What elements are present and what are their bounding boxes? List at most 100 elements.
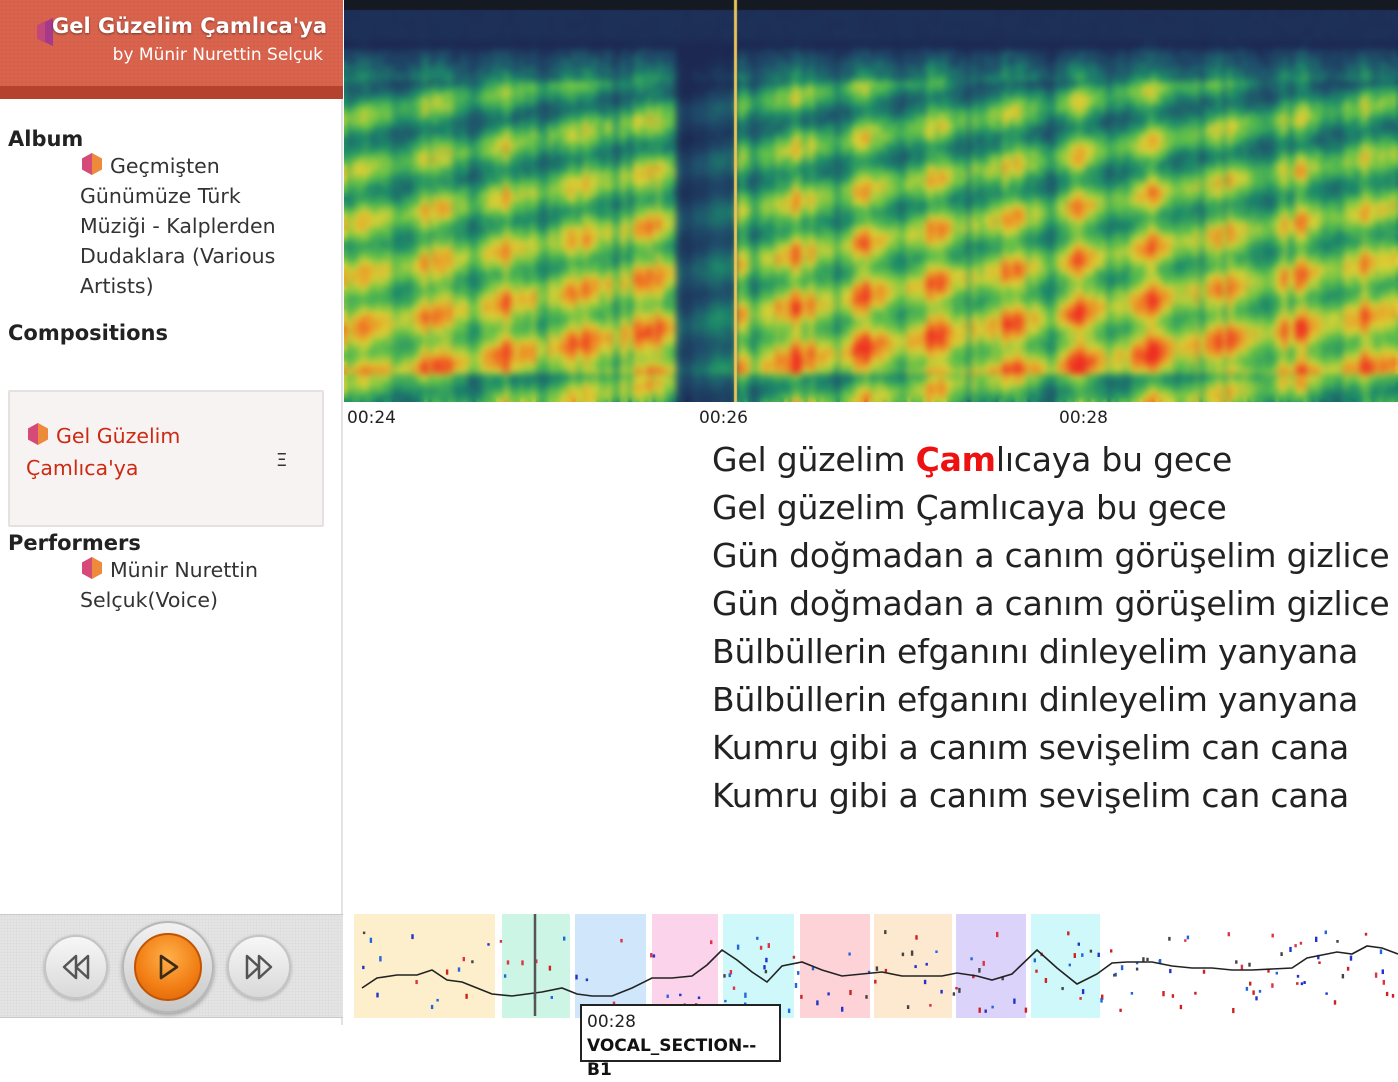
pitch-dot xyxy=(362,965,365,970)
pitch-dot xyxy=(462,957,465,962)
pitch-dot xyxy=(1296,982,1299,985)
pitch-dot xyxy=(499,940,503,943)
pitch-dot xyxy=(1289,946,1292,952)
pitch-dot xyxy=(666,994,669,998)
pitch-dot xyxy=(1113,973,1116,977)
player-controls xyxy=(0,914,343,1018)
pitch-dot xyxy=(415,980,418,985)
pitch-dot xyxy=(1146,957,1149,962)
pitch-dot xyxy=(923,979,927,985)
pitch-dot xyxy=(1081,989,1085,995)
pitch-dot xyxy=(978,968,981,973)
pitch-dot xyxy=(765,957,768,963)
menu-icon[interactable]: Ξ xyxy=(276,450,287,471)
pitch-dot xyxy=(1271,933,1274,938)
pitch-dot xyxy=(991,1005,994,1009)
pitch-dot xyxy=(1303,981,1306,984)
pitch-dot xyxy=(800,994,803,999)
pitch-dot xyxy=(996,931,999,938)
fast-forward-button[interactable] xyxy=(227,935,291,999)
pitch-dot xyxy=(1374,972,1378,978)
pitch-dot xyxy=(914,965,917,969)
pitch-dot xyxy=(732,986,736,990)
pitch-dot xyxy=(1248,962,1251,967)
section-block[interactable] xyxy=(354,914,495,1018)
pitch-dot xyxy=(915,935,918,940)
pitch-dot xyxy=(1315,936,1318,943)
pitch-dot xyxy=(1130,992,1134,995)
pitch-dot xyxy=(1391,994,1395,998)
cube-icon xyxy=(82,557,102,579)
pitch-dot xyxy=(841,1006,844,1012)
pitch-dot xyxy=(1300,982,1304,986)
pitch-dot xyxy=(679,993,682,997)
pitch-dot xyxy=(849,990,852,996)
pitch-dot xyxy=(1252,990,1255,995)
performers-heading: Performers xyxy=(8,531,141,555)
pitch-dot xyxy=(940,989,943,994)
pitch-dot xyxy=(797,971,800,975)
pitch-dot xyxy=(875,966,879,971)
pitch-dot xyxy=(445,969,449,975)
pitch-dot xyxy=(548,965,552,971)
spectrogram[interactable] xyxy=(344,0,1398,402)
pitch-dot xyxy=(767,943,770,949)
rewind-button[interactable] xyxy=(44,935,108,999)
cube-icon xyxy=(37,18,53,46)
album-link[interactable]: Geçmişten Günümüze Türk Müziği - Kalpler… xyxy=(80,151,310,301)
pitch-dot xyxy=(575,974,578,980)
pitch-dot xyxy=(884,930,887,935)
section-block[interactable] xyxy=(874,914,952,1018)
pitch-dot xyxy=(411,934,414,940)
pitch-dot xyxy=(1024,1007,1028,1013)
pitch-dot xyxy=(1275,971,1278,975)
fast-forward-icon xyxy=(245,954,273,980)
pitch-dot xyxy=(652,954,656,958)
lyric-line: Bülbüllerin efganını dinleyelim yanyana xyxy=(712,680,1359,719)
pitch-dot xyxy=(1079,997,1082,1000)
pitch-dot xyxy=(723,974,726,978)
album-heading: Album xyxy=(8,127,84,151)
time-label: 00:28 xyxy=(1059,408,1108,428)
lyric-line: Bülbüllerin efganını dinleyelim yanyana xyxy=(712,632,1359,671)
lyric-text: lıcaya bu gece xyxy=(995,440,1233,479)
play-button-face[interactable] xyxy=(134,933,202,1001)
play-icon xyxy=(159,954,179,980)
song-artist: by Münir Nurettin Selçuk xyxy=(112,45,323,65)
pitch-dot xyxy=(1162,991,1165,997)
pitch-dot xyxy=(759,945,763,950)
pitch-dot xyxy=(1299,941,1303,945)
pitch-dot xyxy=(1325,992,1328,995)
pitch-dot xyxy=(1179,1004,1183,1010)
pitch-dot xyxy=(1186,935,1190,940)
pitch-dot xyxy=(935,950,938,953)
pitch-dot xyxy=(1364,932,1368,936)
song-header: Gel Güzelim Çamlıca'ya by Münir Nurettin… xyxy=(0,0,343,86)
lyric-line: Gel güzelim Çamlıcaya bu gece xyxy=(712,488,1227,527)
performer-link[interactable]: Münir Nurettin Selçuk(Voice) xyxy=(80,555,310,615)
section-block[interactable] xyxy=(575,914,646,1018)
time-label: 00:26 xyxy=(699,408,748,428)
pitch-dot xyxy=(620,938,623,943)
pitch-dot xyxy=(874,979,877,984)
pitch-dot xyxy=(1067,931,1070,936)
section-block[interactable] xyxy=(652,914,718,1018)
pitch-dot xyxy=(764,969,768,974)
play-button[interactable] xyxy=(122,921,214,1013)
pitch-dot xyxy=(1184,939,1187,942)
composition-link[interactable]: Gel Güzelim Çamlıca'ya xyxy=(26,420,226,484)
pitch-dot xyxy=(1349,955,1353,961)
pitch-dot xyxy=(1119,1008,1122,1012)
pitch-dot xyxy=(816,1000,819,1006)
pitch-dot xyxy=(1068,963,1071,967)
pitch-dot xyxy=(697,996,701,1000)
pitch-dot xyxy=(1245,986,1249,991)
pitch-dot xyxy=(563,936,566,941)
pitch-dot xyxy=(792,955,796,959)
pitch-dot xyxy=(982,960,985,966)
pitch-dot xyxy=(1033,958,1036,963)
section-block[interactable] xyxy=(1031,914,1100,1018)
lyric-text: Gel güzelim xyxy=(712,440,916,479)
pitch-timeline[interactable] xyxy=(352,910,1398,1022)
pitch-dot xyxy=(728,973,731,978)
